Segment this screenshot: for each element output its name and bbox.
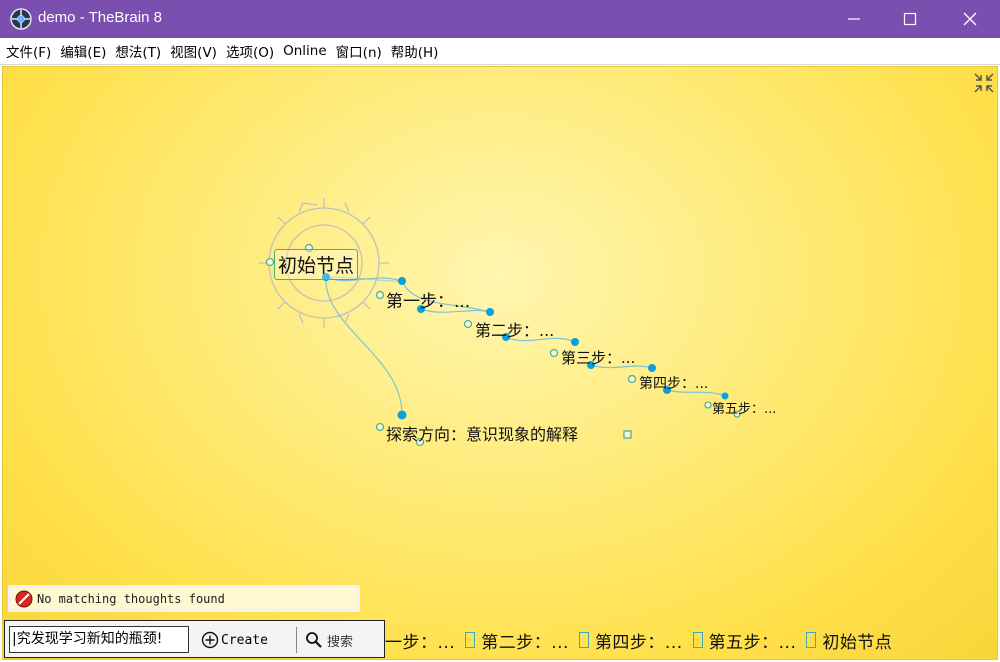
plus-circle-icon xyxy=(201,631,219,649)
menu-window[interactable]: 窗口(n) xyxy=(334,41,387,61)
thought-step-3[interactable]: 第三步：... xyxy=(561,347,635,368)
maximize-button[interactable] xyxy=(884,0,936,38)
create-label: Create xyxy=(221,632,268,648)
history-separator-icon xyxy=(578,632,589,648)
minimize-icon xyxy=(848,18,860,20)
thought-step-4[interactable]: 第四步：... xyxy=(639,373,708,393)
close-button[interactable] xyxy=(944,0,996,38)
menu-edit[interactable]: 编辑(E) xyxy=(58,41,111,61)
thought-step-5[interactable]: 第五步：... xyxy=(712,398,776,417)
history-item[interactable]: 第四步：... xyxy=(595,628,683,653)
menu-bar: 文件(F) 编辑(E) 想法(T) 视图(V) 选项(O) Online 窗口(… xyxy=(0,38,1000,65)
thebrain-app-icon[interactable] xyxy=(10,8,32,30)
history-item[interactable]: 初始节点 xyxy=(822,628,892,653)
thought-root[interactable]: 初始节点 xyxy=(274,249,359,280)
menu-options[interactable]: 选项(O) xyxy=(224,41,279,61)
thought-explore-direction[interactable]: 探索方向：意识现象的解释 xyxy=(386,421,578,445)
menu-file[interactable]: 文件(F) xyxy=(4,41,56,61)
history-item[interactable]: 第二步：... xyxy=(481,628,569,653)
instant-store-panel: |究发现学习新知的瓶颈! Create 搜索 xyxy=(4,620,385,658)
minimize-button[interactable] xyxy=(828,0,880,38)
history-item[interactable]: 第五步：... xyxy=(709,628,797,653)
menu-view[interactable]: 视图(V) xyxy=(168,41,222,61)
maximize-icon xyxy=(903,12,917,26)
status-message: No matching thoughts found xyxy=(37,591,225,606)
create-button[interactable]: Create xyxy=(201,627,297,653)
past-thoughts-strip: 一步：... 第二步：... 第四步：... 第五步：... 初始节点 xyxy=(385,624,997,656)
search-status-box: No matching thoughts found xyxy=(8,585,360,612)
no-entry-icon xyxy=(15,590,33,607)
close-icon xyxy=(963,12,977,26)
search-label: 搜索 xyxy=(327,634,354,650)
thought-input[interactable]: |究发现学习新知的瓶颈! xyxy=(9,626,189,653)
menu-help[interactable]: 帮助(H) xyxy=(389,41,444,61)
title-bar: demo - TheBrain 8 xyxy=(0,0,1000,38)
collapse-view-icon[interactable] xyxy=(973,72,995,94)
thought-step-2[interactable]: 第二步：... xyxy=(475,317,554,341)
window-title: demo - TheBrain 8 xyxy=(38,9,162,26)
history-separator-icon xyxy=(465,632,476,648)
thought-step-1[interactable]: 第一步：... xyxy=(386,287,470,312)
plex-canvas[interactable]: 初始节点 第一步：... 第二步：... 第三步：... 第四步：... 第五步… xyxy=(2,66,998,660)
thought-graph xyxy=(259,198,741,447)
menu-online[interactable]: Online xyxy=(281,43,332,59)
search-icon xyxy=(306,632,322,648)
history-item[interactable]: 一步：... xyxy=(385,628,455,653)
history-separator-icon xyxy=(692,632,703,648)
history-separator-icon xyxy=(806,632,817,648)
search-button[interactable]: 搜索 xyxy=(305,627,381,653)
menu-thought[interactable]: 想法(T) xyxy=(113,41,166,61)
